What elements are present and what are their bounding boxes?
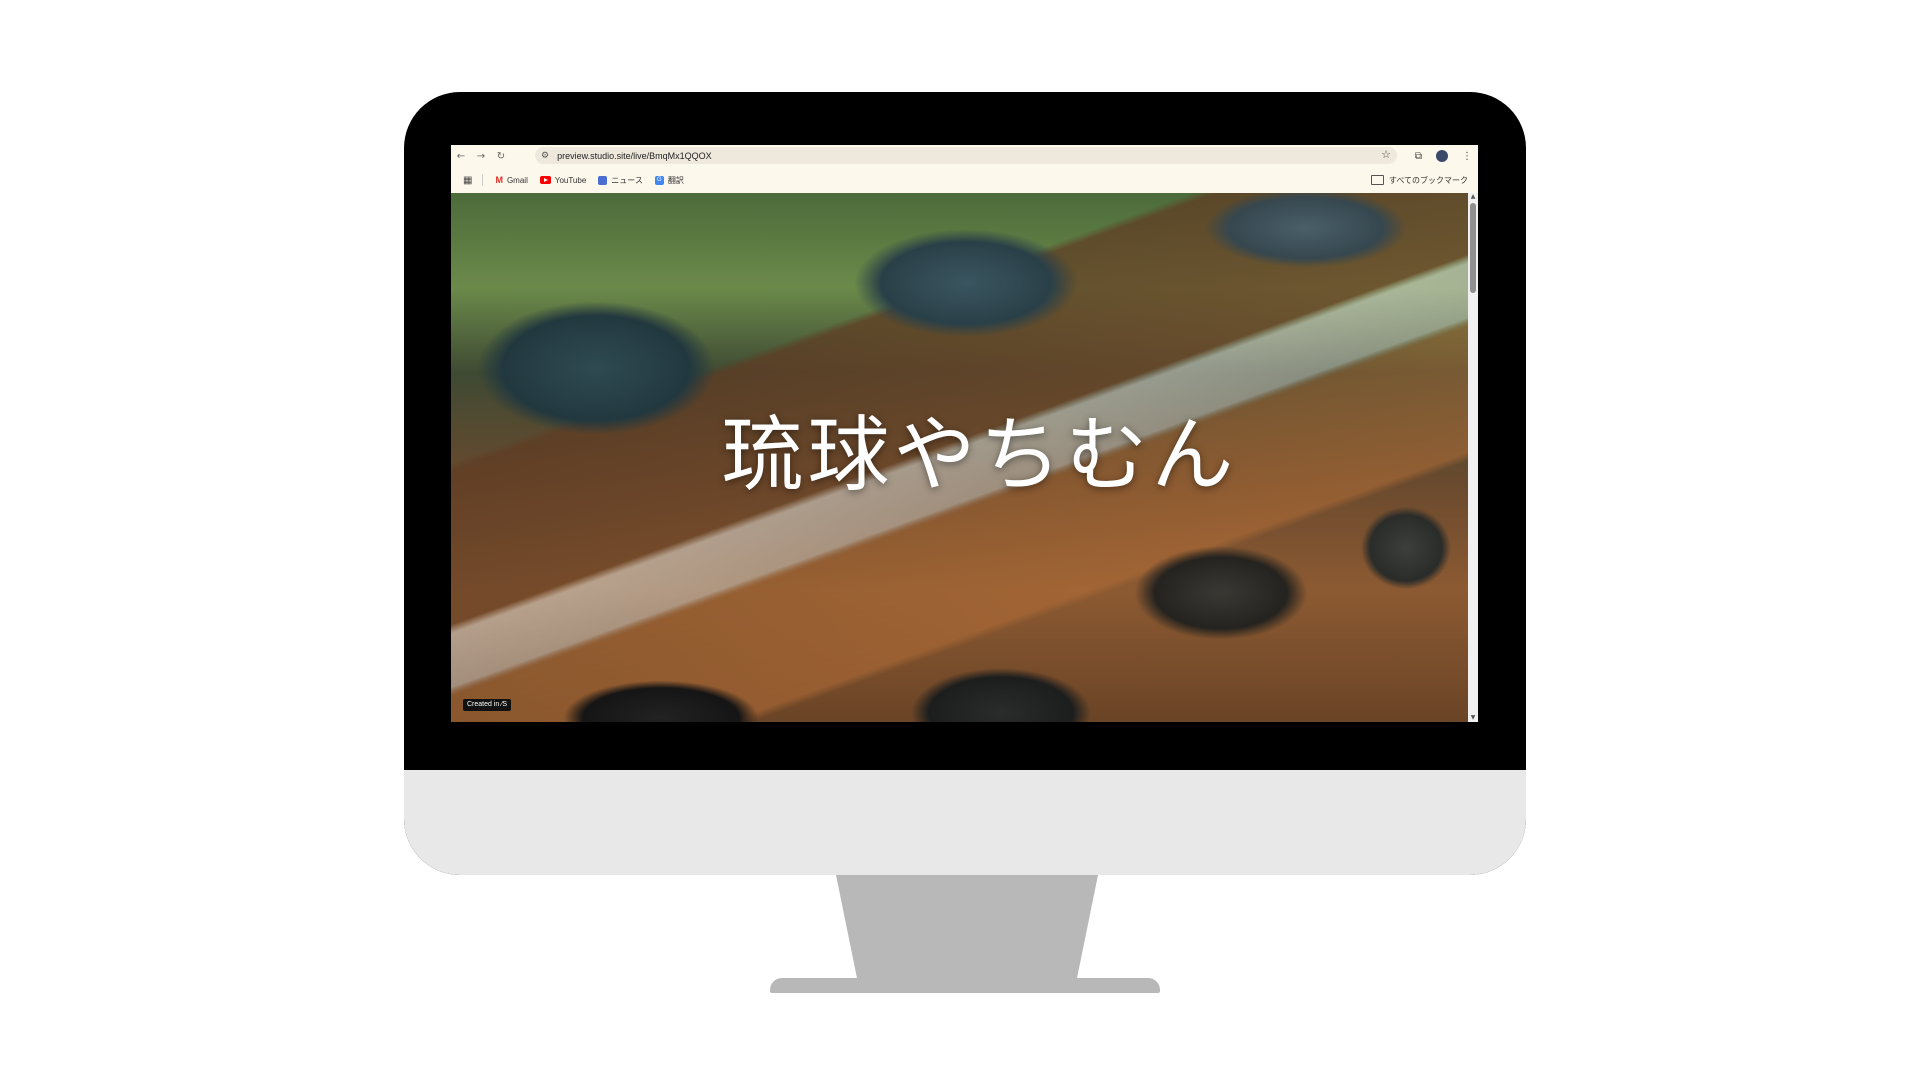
bookmark-label: YouTube: [554, 175, 587, 185]
created-in-studio-badge[interactable]: Created in ⁄S: [463, 699, 512, 711]
youtube-icon: [539, 176, 551, 184]
all-bookmarks-label: すべてのブックマーク: [1388, 175, 1468, 185]
monitor-stand-base: [770, 978, 1160, 993]
monitor-stand: [836, 875, 1098, 978]
profile-avatar[interactable]: [1436, 150, 1448, 162]
toolbar-actions: ⧉ ⋮: [1415, 145, 1472, 167]
bookmarks-bar: ▦ M Gmail YouTube ニュース G 翻訳 すべてのブックマーク: [451, 167, 1478, 193]
forward-button[interactable]: →: [471, 145, 491, 167]
news-icon: [598, 175, 608, 185]
bookmark-label: Gmail: [506, 175, 528, 185]
bookmark-star-icon[interactable]: ☆: [1381, 148, 1391, 161]
menu-kebab-icon[interactable]: ⋮: [1462, 151, 1472, 162]
bookmark-translate[interactable]: G 翻訳: [654, 175, 684, 186]
address-bar[interactable]: ⚙ preview.studio.site/live/BmqMx1QQOX ☆: [535, 147, 1397, 164]
bookmark-label: ニュース: [611, 175, 643, 185]
hero-title: 琉球やちむん: [721, 408, 1238, 503]
bookmark-gmail[interactable]: M Gmail: [495, 175, 527, 185]
scroll-up-arrow-icon[interactable]: ▲: [1468, 193, 1478, 201]
bookmarks-divider: [482, 174, 484, 186]
url-text[interactable]: preview.studio.site/live/BmqMx1QQOX: [557, 151, 712, 161]
bookmark-youtube[interactable]: YouTube: [539, 175, 587, 185]
page-scrollbar[interactable]: ▲ ▼: [1468, 193, 1478, 722]
browser-window: ← → ↻ ⚙ preview.studio.site/live/BmqMx1Q…: [451, 145, 1478, 722]
folder-icon: [1370, 175, 1384, 185]
bookmark-news[interactable]: ニュース: [598, 175, 643, 186]
scroll-thumb[interactable]: [1470, 203, 1476, 293]
all-bookmarks[interactable]: すべてのブックマーク: [1370, 175, 1468, 186]
hero-image: 琉球やちむん Created in ⁄S: [451, 193, 1468, 722]
browser-toolbar: ← → ↻ ⚙ preview.studio.site/live/BmqMx1Q…: [451, 145, 1478, 167]
scroll-down-arrow-icon[interactable]: ▼: [1468, 714, 1478, 722]
reload-button[interactable]: ↻: [491, 145, 511, 167]
bookmark-label: 翻訳: [667, 175, 684, 185]
gmail-icon: M: [495, 175, 503, 185]
apps-grid-icon[interactable]: ▦: [463, 175, 472, 186]
monitor-chin: [404, 770, 1526, 875]
site-info-icon[interactable]: ⚙: [541, 151, 549, 161]
extensions-icon[interactable]: ⧉: [1415, 151, 1422, 162]
back-button[interactable]: ←: [451, 145, 471, 167]
translate-icon: G: [654, 175, 664, 185]
